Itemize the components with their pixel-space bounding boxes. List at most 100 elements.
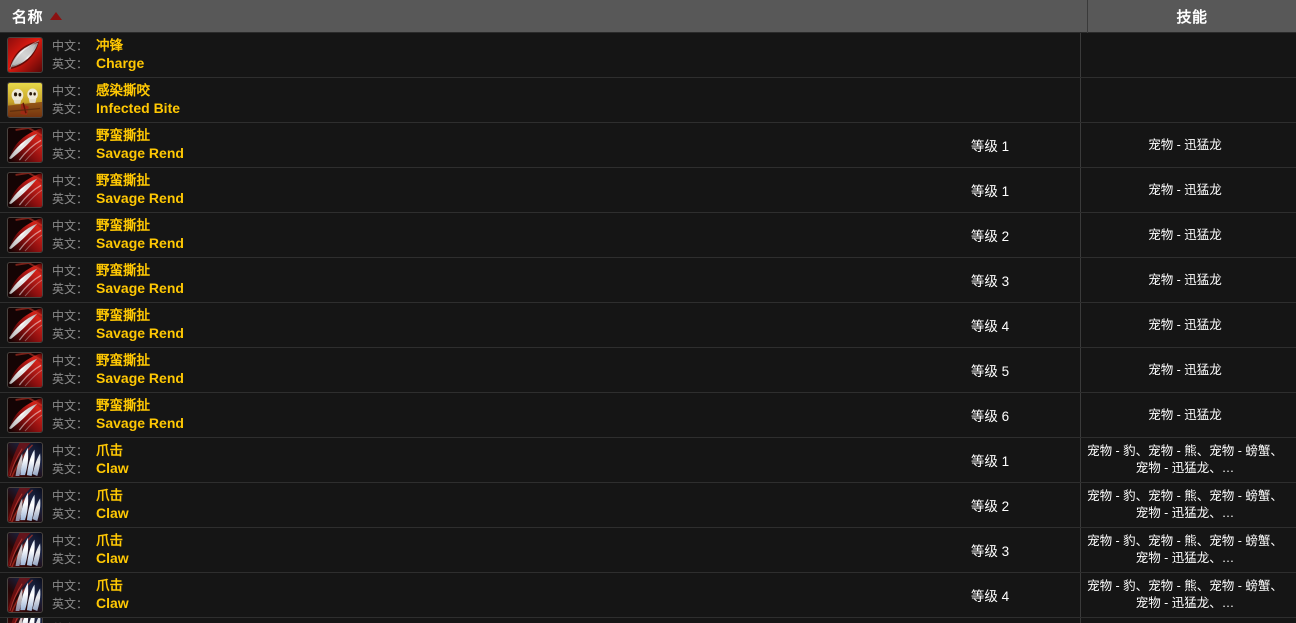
claw-icon[interactable] — [7, 487, 43, 523]
cell-skill-text: 宠物 - 迅猛龙 — [1148, 317, 1222, 332]
cell-skill-text: 宠物 - 迅猛龙 — [1148, 227, 1222, 242]
cell-name: 中文： 野蛮撕扯 英文： Savage Rend — [0, 123, 900, 167]
name-block: 中文： 野蛮撕扯 英文： Savage Rend — [52, 218, 184, 252]
name-label-zh: 中文： — [52, 354, 89, 368]
cell-level: 等级 5 — [900, 348, 1081, 392]
cell-skill-text: 宠物 - 迅猛龙 — [1148, 407, 1222, 422]
name-label-en: 英文： — [52, 147, 89, 161]
sort-ascending-triangle-icon[interactable] — [50, 11, 63, 20]
name-label-en: 英文： — [52, 192, 89, 206]
name-value-en: Savage Rend — [96, 415, 184, 431]
name-label-zh: 中文： — [52, 489, 89, 503]
savage-rend-icon[interactable] — [7, 352, 43, 388]
cell-skill: 宠物 - 豹、宠物 - 熊、宠物 - 螃蟹、宠物 - 迅猛龙、… — [1081, 483, 1289, 527]
name-block: 中文： 野蛮撕扯 英文： Savage Rend — [52, 263, 184, 297]
savage-rend-icon[interactable] — [7, 397, 43, 433]
table-row[interactable]: 中文：英文： — [0, 618, 1296, 623]
cell-skill-text: 宠物 - 迅猛龙 — [1148, 182, 1222, 197]
table-row[interactable]: 中文： 野蛮撕扯 英文： Savage Rend 等级 4 宠物 - 迅猛龙 — [0, 303, 1296, 348]
name-value-zh: 野蛮撕扯 — [96, 218, 150, 233]
savage-rend-icon[interactable] — [7, 217, 43, 253]
name-label-zh: 中文： — [52, 129, 89, 143]
name-value-zh: 爪击 — [96, 578, 123, 593]
cell-skill: 宠物 - 豹、宠物 - 熊、宠物 - 螃蟹、宠物 - 迅猛龙、… — [1081, 438, 1289, 482]
skill-table: 名称 技能 中文： 冲锋 英文： Charge 中文： 感染撕咬 英文： Inf… — [0, 0, 1296, 623]
cell-level — [900, 78, 1081, 122]
table-row[interactable]: 中文： 野蛮撕扯 英文： Savage Rend 等级 3 宠物 - 迅猛龙 — [0, 258, 1296, 303]
name-line-en: 英文： Savage Rend — [52, 415, 184, 432]
infected-bite-icon[interactable] — [7, 82, 43, 118]
table-row[interactable]: 中文： 爪击 英文： Claw 等级 2 宠物 - 豹、宠物 - 熊、宠物 - 螃蟹、宠物… — [0, 483, 1296, 528]
table-header-row: 名称 技能 — [0, 0, 1296, 33]
name-value-zh: 感染撕咬 — [96, 83, 150, 98]
name-line-zh: 中文： 爪击 — [52, 533, 129, 549]
name-label-en: 英文： — [52, 102, 89, 116]
cell-skill — [1081, 618, 1289, 623]
name-label-en: 英文： — [52, 237, 89, 251]
name-label-zh: 中文： — [52, 174, 89, 188]
name-label-zh: 中文： — [52, 534, 89, 548]
table-row[interactable]: 中文： 冲锋 英文： Charge — [0, 33, 1296, 78]
name-block: 中文： 野蛮撕扯 英文： Savage Rend — [52, 308, 184, 342]
cell-skill — [1081, 33, 1289, 77]
name-label-zh: 中文： — [52, 264, 89, 278]
table-row[interactable]: 中文： 野蛮撕扯 英文： Savage Rend 等级 6 宠物 - 迅猛龙 — [0, 393, 1296, 438]
table-row[interactable]: 中文： 爪击 英文： Claw 等级 3 宠物 - 豹、宠物 - 熊、宠物 - 螃蟹、宠物… — [0, 528, 1296, 573]
savage-rend-icon[interactable] — [7, 262, 43, 298]
table-row[interactable]: 中文： 野蛮撕扯 英文： Savage Rend 等级 1 宠物 - 迅猛龙 — [0, 123, 1296, 168]
cell-skill-text: 宠物 - 豹、宠物 - 熊、宠物 - 螃蟹、宠物 - 迅猛龙、… — [1087, 579, 1283, 610]
name-value-zh: 野蛮撕扯 — [96, 128, 150, 143]
table-row[interactable]: 中文： 爪击 英文： Claw 等级 4 宠物 - 豹、宠物 - 熊、宠物 - 螃蟹、宠物… — [0, 573, 1296, 618]
name-value-en: Savage Rend — [96, 235, 184, 251]
column-header-name[interactable]: 名称 — [0, 0, 1088, 33]
name-label-en: 英文： — [52, 282, 89, 296]
table-row[interactable]: 中文： 爪击 英文： Claw 等级 1 宠物 - 豹、宠物 - 熊、宠物 - 螃蟹、宠物… — [0, 438, 1296, 483]
cell-level: 等级 6 — [900, 393, 1081, 437]
claw-icon[interactable] — [7, 532, 43, 568]
name-line-zh: 中文： 野蛮撕扯 — [52, 398, 184, 414]
table-row[interactable]: 中文： 野蛮撕扯英文： Savage Rend 等级 5 宠物 - 迅猛龙 — [0, 348, 1296, 393]
savage-rend-icon[interactable] — [7, 307, 43, 343]
claw-icon[interactable] — [7, 577, 43, 613]
table-row[interactable]: 中文： 野蛮撕扯 英文： Savage Rend 等级 2 宠物 - 迅猛龙 — [0, 213, 1296, 258]
cell-level — [900, 33, 1081, 77]
name-line-en: 英文： Savage Rend — [52, 325, 184, 342]
cell-skill: 宠物 - 迅猛龙 — [1081, 303, 1289, 347]
cell-level — [900, 618, 1081, 623]
claw-icon[interactable] — [7, 618, 43, 623]
name-label-zh: 中文： — [52, 309, 89, 323]
name-value-zh: 野蛮撕扯 — [96, 353, 150, 368]
column-header-skill[interactable]: 技能 — [1088, 0, 1296, 33]
name-label-zh: 中文： — [52, 84, 89, 98]
cell-skill-text: 宠物 - 迅猛龙 — [1148, 362, 1222, 377]
name-value-en: Claw — [96, 505, 129, 521]
name-value-en: Savage Rend — [96, 145, 184, 161]
cell-level: 等级 4 — [900, 573, 1081, 617]
cell-level: 等级 2 — [900, 213, 1081, 257]
cell-name: 中文： 冲锋 英文： Charge — [0, 33, 900, 77]
name-line-zh: 中文： 爪击 — [52, 443, 129, 459]
table-row[interactable]: 中文： 野蛮撕扯 英文： Savage Rend 等级 1 宠物 - 迅猛龙 — [0, 168, 1296, 213]
cell-level: 等级 4 — [900, 303, 1081, 347]
cell-level: 等级 1 — [900, 438, 1081, 482]
name-line-en: 英文： Claw — [52, 595, 129, 612]
cell-skill: 宠物 - 迅猛龙 — [1081, 123, 1289, 167]
name-line-en: 英文： Charge — [52, 55, 144, 72]
name-line-en: 英文： Savage Rend — [52, 370, 184, 387]
table-row[interactable]: 中文： 感染撕咬 英文： Infected Bite — [0, 78, 1296, 123]
name-label-zh: 中文： — [52, 399, 89, 413]
savage-rend-icon[interactable] — [7, 172, 43, 208]
cell-name: 中文： 野蛮撕扯英文： Savage Rend — [0, 348, 900, 392]
name-value-zh: 爪击 — [96, 443, 123, 458]
name-block: 中文： 爪击 英文： Claw — [52, 443, 129, 477]
cell-skill: 宠物 - 豹、宠物 - 熊、宠物 - 螃蟹、宠物 - 迅猛龙、… — [1081, 573, 1289, 617]
name-line-zh: 中文： 野蛮撕扯 — [52, 263, 184, 279]
charge-icon[interactable] — [7, 37, 43, 73]
name-label-en: 英文： — [52, 417, 89, 431]
savage-rend-icon[interactable] — [7, 127, 43, 163]
name-block: 中文： 感染撕咬 英文： Infected Bite — [52, 83, 180, 117]
name-label-zh: 中文： — [52, 39, 89, 53]
claw-icon[interactable] — [7, 442, 43, 478]
name-label-en: 英文： — [52, 507, 89, 521]
cell-level: 等级 1 — [900, 168, 1081, 212]
